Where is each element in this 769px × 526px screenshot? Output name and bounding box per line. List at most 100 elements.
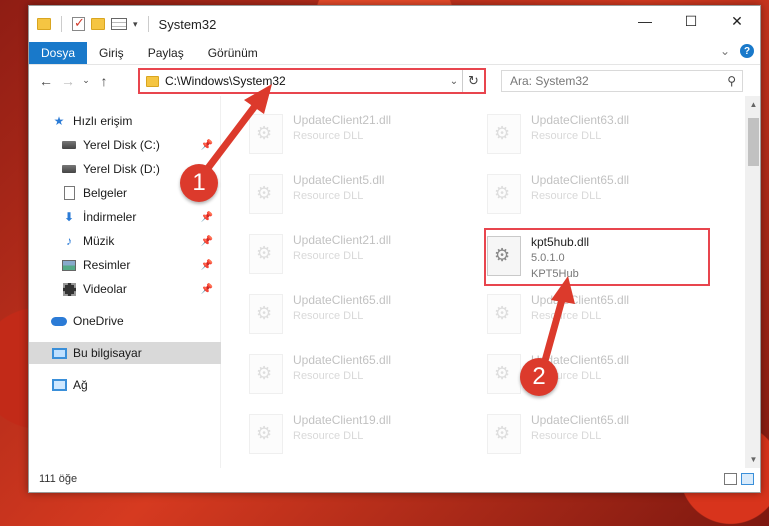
file-description: Resource DLL <box>293 370 364 382</box>
list-item[interactable]: UpdateClient65.dll Resource DLL <box>487 410 709 460</box>
sidebar-item-label: Bu bilgisayar <box>73 346 142 360</box>
dll-file-icon <box>249 234 283 274</box>
sidebar-item-pictures[interactable]: Resimler 📌 <box>29 254 221 276</box>
list-item[interactable]: UpdateClient19.dll Resource DLL <box>249 410 471 460</box>
computer-icon <box>51 346 67 360</box>
address-path[interactable]: C:\Windows\System32 <box>165 74 446 88</box>
pin-icon[interactable]: 📌 <box>201 260 213 271</box>
sidebar-item-music[interactable]: ♪ Müzik 📌 <box>29 230 221 252</box>
search-input[interactable]: Ara: System32 ⚲ <box>501 70 743 92</box>
dll-file-icon <box>249 114 283 154</box>
search-placeholder: Ara: System32 <box>510 74 589 88</box>
network-icon <box>51 378 67 392</box>
vertical-scrollbar[interactable]: ▲ ▼ <box>745 96 760 468</box>
status-bar: 111 öğe <box>29 466 760 492</box>
list-item[interactable]: UpdateClient21.dll Resource DLL <box>249 110 471 160</box>
tab-view[interactable]: Görünüm <box>196 42 270 64</box>
recent-locations-chevron-icon[interactable]: ⌄ <box>79 75 93 86</box>
tab-home[interactable]: Giriş <box>87 42 136 64</box>
scroll-up-icon[interactable]: ▲ <box>745 96 760 113</box>
step-1-badge: 1 <box>180 164 218 202</box>
dll-file-icon <box>249 414 283 454</box>
window-controls: — ☐ ✕ <box>622 6 760 36</box>
divider <box>61 16 62 32</box>
file-description: Resource DLL <box>531 190 602 202</box>
download-icon: ⬇ <box>63 210 75 224</box>
pin-icon[interactable]: 📌 <box>201 212 213 223</box>
new-folder-icon[interactable] <box>91 18 105 30</box>
file-description: Resource DLL <box>293 310 364 322</box>
refresh-icon[interactable]: ↻ <box>462 70 484 92</box>
ribbon-tabs: Dosya Giriş Paylaş Görünüm ⌄ ? <box>29 42 760 64</box>
file-name: UpdateClient65.dll <box>293 353 392 367</box>
sidebar-item-network[interactable]: Ağ <box>29 374 221 396</box>
sidebar-item-label: Müzik <box>83 234 115 248</box>
dll-file-icon <box>487 354 521 394</box>
document-icon <box>61 186 77 200</box>
quick-access-toolbar: ▾ <box>29 15 153 32</box>
sidebar-item-label: Hızlı erişim <box>73 114 133 128</box>
properties-check-icon[interactable] <box>72 15 85 31</box>
file-description: Resource DLL <box>293 250 364 262</box>
properties-icon[interactable] <box>111 18 127 30</box>
up-arrow-icon[interactable]: ↑ <box>93 73 115 89</box>
sidebar-item-label: Yerel Disk (D:) <box>83 162 160 176</box>
large-icons-view-icon[interactable] <box>741 473 754 485</box>
help-icon[interactable]: ? <box>740 44 754 58</box>
scrollbar-thumb[interactable] <box>748 118 759 166</box>
file-highlight-box <box>484 228 710 286</box>
dll-file-icon <box>249 294 283 334</box>
video-icon <box>61 282 77 296</box>
search-icon[interactable]: ⚲ <box>727 74 736 88</box>
view-toggle <box>724 473 754 485</box>
list-item[interactable]: UpdateClient65.dll Resource DLL <box>249 350 471 400</box>
file-description: Resource DLL <box>531 430 602 442</box>
file-name: UpdateClient19.dll <box>293 413 392 427</box>
file-name: UpdateClient65.dll <box>531 173 630 187</box>
step-2-badge: 2 <box>520 358 558 396</box>
sidebar-item-downloads[interactable]: ⬇ İndirmeler 📌 <box>29 206 221 228</box>
sidebar-item-label: İndirmeler <box>83 210 137 224</box>
minimize-button[interactable]: — <box>622 6 668 36</box>
address-bar[interactable]: C:\Windows\System32 ⌄ ↻ <box>138 68 486 94</box>
sidebar-item-this-pc[interactable]: Bu bilgisayar <box>29 342 221 364</box>
sidebar-item-quick-access[interactable]: ★ Hızlı erişim <box>29 110 221 132</box>
dll-file-icon <box>487 174 521 214</box>
list-item[interactable]: UpdateClient5.dll Resource DLL <box>249 170 471 220</box>
file-name: UpdateClient65.dll <box>531 413 630 427</box>
list-item[interactable]: UpdateClient65.dll Resource DLL <box>249 290 471 340</box>
list-item[interactable]: UpdateClient65.dll Resource DLL <box>487 290 709 340</box>
customize-toolbar-icon[interactable]: ▾ <box>133 19 138 30</box>
close-button[interactable]: ✕ <box>714 6 760 36</box>
pin-icon[interactable]: 📌 <box>201 236 213 247</box>
item-count: 111 öğe <box>39 473 78 485</box>
ribbon-controls: ⌄ ? <box>720 44 754 58</box>
sidebar-item-local-disk-c[interactable]: Yerel Disk (C:) 📌 <box>29 134 221 156</box>
pin-icon[interactable]: 📌 <box>201 284 213 295</box>
back-arrow-icon[interactable]: ← <box>35 73 57 89</box>
sidebar-item-videos[interactable]: Videolar 📌 <box>29 278 221 300</box>
expand-ribbon-chevron-icon[interactable]: ⌄ <box>720 44 730 58</box>
forward-arrow-icon[interactable]: → <box>57 73 79 89</box>
file-name: UpdateClient21.dll <box>293 233 392 247</box>
maximize-button[interactable]: ☐ <box>668 6 714 36</box>
sidebar-item-label: Resimler <box>83 258 131 272</box>
address-dropdown-chevron-icon[interactable]: ⌄ <box>446 76 462 87</box>
tab-share[interactable]: Paylaş <box>136 42 196 64</box>
file-name: UpdateClient21.dll <box>293 113 392 127</box>
navigation-pane: ★ Hızlı erişim Yerel Disk (C:) 📌 Yerel D… <box>29 96 221 468</box>
folder-icon <box>146 75 159 87</box>
sidebar-item-onedrive[interactable]: OneDrive <box>29 310 221 332</box>
file-name: UpdateClient65.dll <box>293 293 392 307</box>
file-name: UpdateClient5.dll <box>293 173 385 187</box>
list-item[interactable]: UpdateClient63.dll Resource DLL <box>487 110 709 160</box>
dll-file-icon <box>249 174 283 214</box>
file-description: Resource DLL <box>293 190 364 202</box>
details-view-icon[interactable] <box>724 473 737 485</box>
list-item[interactable]: UpdateClient21.dll Resource DLL <box>249 230 471 280</box>
cloud-icon <box>51 314 67 328</box>
list-item[interactable]: UpdateClient65.dll Resource DLL <box>487 170 709 220</box>
tab-file[interactable]: Dosya <box>29 42 88 64</box>
pin-icon[interactable]: 📌 <box>201 140 213 151</box>
music-icon: ♪ <box>66 234 72 248</box>
